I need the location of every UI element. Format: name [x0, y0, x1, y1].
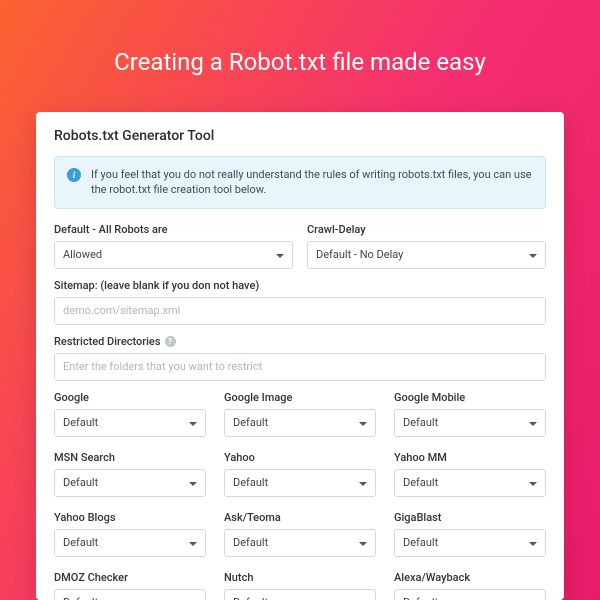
bot-value: Default	[403, 596, 438, 600]
default-robots-value: Allowed	[63, 248, 102, 261]
bot-select-alexa-wayback[interactable]: Default	[394, 589, 546, 600]
bot-value: Default	[403, 476, 438, 489]
generator-card: Robots.txt Generator Tool i If you feel …	[36, 112, 564, 600]
bot-value: Default	[403, 416, 438, 429]
help-icon[interactable]: ?	[165, 336, 176, 347]
bot-label: Google Mobile	[394, 391, 546, 404]
crawl-delay-select[interactable]: Default - No Delay	[307, 241, 546, 269]
bot-select-yahoo-blogs[interactable]: Default	[54, 529, 206, 557]
bot-select-yahoo[interactable]: Default	[224, 469, 376, 497]
info-banner: i If you feel that you do not really und…	[54, 156, 546, 209]
bot-value: Default	[233, 596, 268, 600]
bot-label: GigaBlast	[394, 511, 546, 524]
bot-select-msn-search[interactable]: Default	[54, 469, 206, 497]
bot-label: Google Image	[224, 391, 376, 404]
bot-select-ask-teoma[interactable]: Default	[224, 529, 376, 557]
restricted-placeholder: Enter the folders that you want to restr…	[63, 360, 262, 373]
sitemap-input[interactable]: demo.com/sitemap.xml	[54, 297, 546, 325]
bot-select-google-mobile[interactable]: Default	[394, 409, 546, 437]
bot-label: Ask/Teoma	[224, 511, 376, 524]
default-robots-label: Default - All Robots are	[54, 223, 293, 236]
bot-value: Default	[63, 416, 98, 429]
sitemap-placeholder: demo.com/sitemap.xml	[63, 304, 180, 317]
bot-value: Default	[63, 596, 98, 600]
bot-select-google[interactable]: Default	[54, 409, 206, 437]
bot-label: DMOZ Checker	[54, 571, 206, 584]
hero-title: Creating a Robot.txt file made easy	[114, 48, 486, 76]
crawl-delay-value: Default - No Delay	[316, 248, 403, 261]
card-title: Robots.txt Generator Tool	[54, 128, 546, 144]
bot-label: Yahoo	[224, 451, 376, 464]
bot-grid: Google Default Google Image Default Goog…	[54, 391, 546, 600]
bot-value: Default	[63, 476, 98, 489]
crawl-delay-label: Crawl-Delay	[307, 223, 546, 236]
bot-value: Default	[233, 476, 268, 489]
bot-value: Default	[63, 536, 98, 549]
bot-label: Nutch	[224, 571, 376, 584]
bot-label: Yahoo MM	[394, 451, 546, 464]
sitemap-label: Sitemap: (leave blank if you don not hav…	[54, 279, 546, 292]
bot-select-google-image[interactable]: Default	[224, 409, 376, 437]
bot-value: Default	[233, 536, 268, 549]
bot-select-dmoz-checker[interactable]: Default	[54, 589, 206, 600]
info-text: If you feel that you do not really under…	[91, 167, 533, 198]
default-robots-select[interactable]: Allowed	[54, 241, 293, 269]
bot-select-gigablast[interactable]: Default	[394, 529, 546, 557]
bot-label: MSN Search	[54, 451, 206, 464]
bot-label: Google	[54, 391, 206, 404]
bot-value: Default	[403, 536, 438, 549]
bot-value: Default	[233, 416, 268, 429]
restricted-label: Restricted Directories ?	[54, 335, 546, 348]
bot-select-yahoo-mm[interactable]: Default	[394, 469, 546, 497]
bot-label: Yahoo Blogs	[54, 511, 206, 524]
restricted-input[interactable]: Enter the folders that you want to restr…	[54, 353, 546, 381]
bot-label: Alexa/Wayback	[394, 571, 546, 584]
info-icon: i	[67, 168, 81, 182]
restricted-label-text: Restricted Directories	[54, 335, 161, 348]
bot-select-nutch[interactable]: Default	[224, 589, 376, 600]
